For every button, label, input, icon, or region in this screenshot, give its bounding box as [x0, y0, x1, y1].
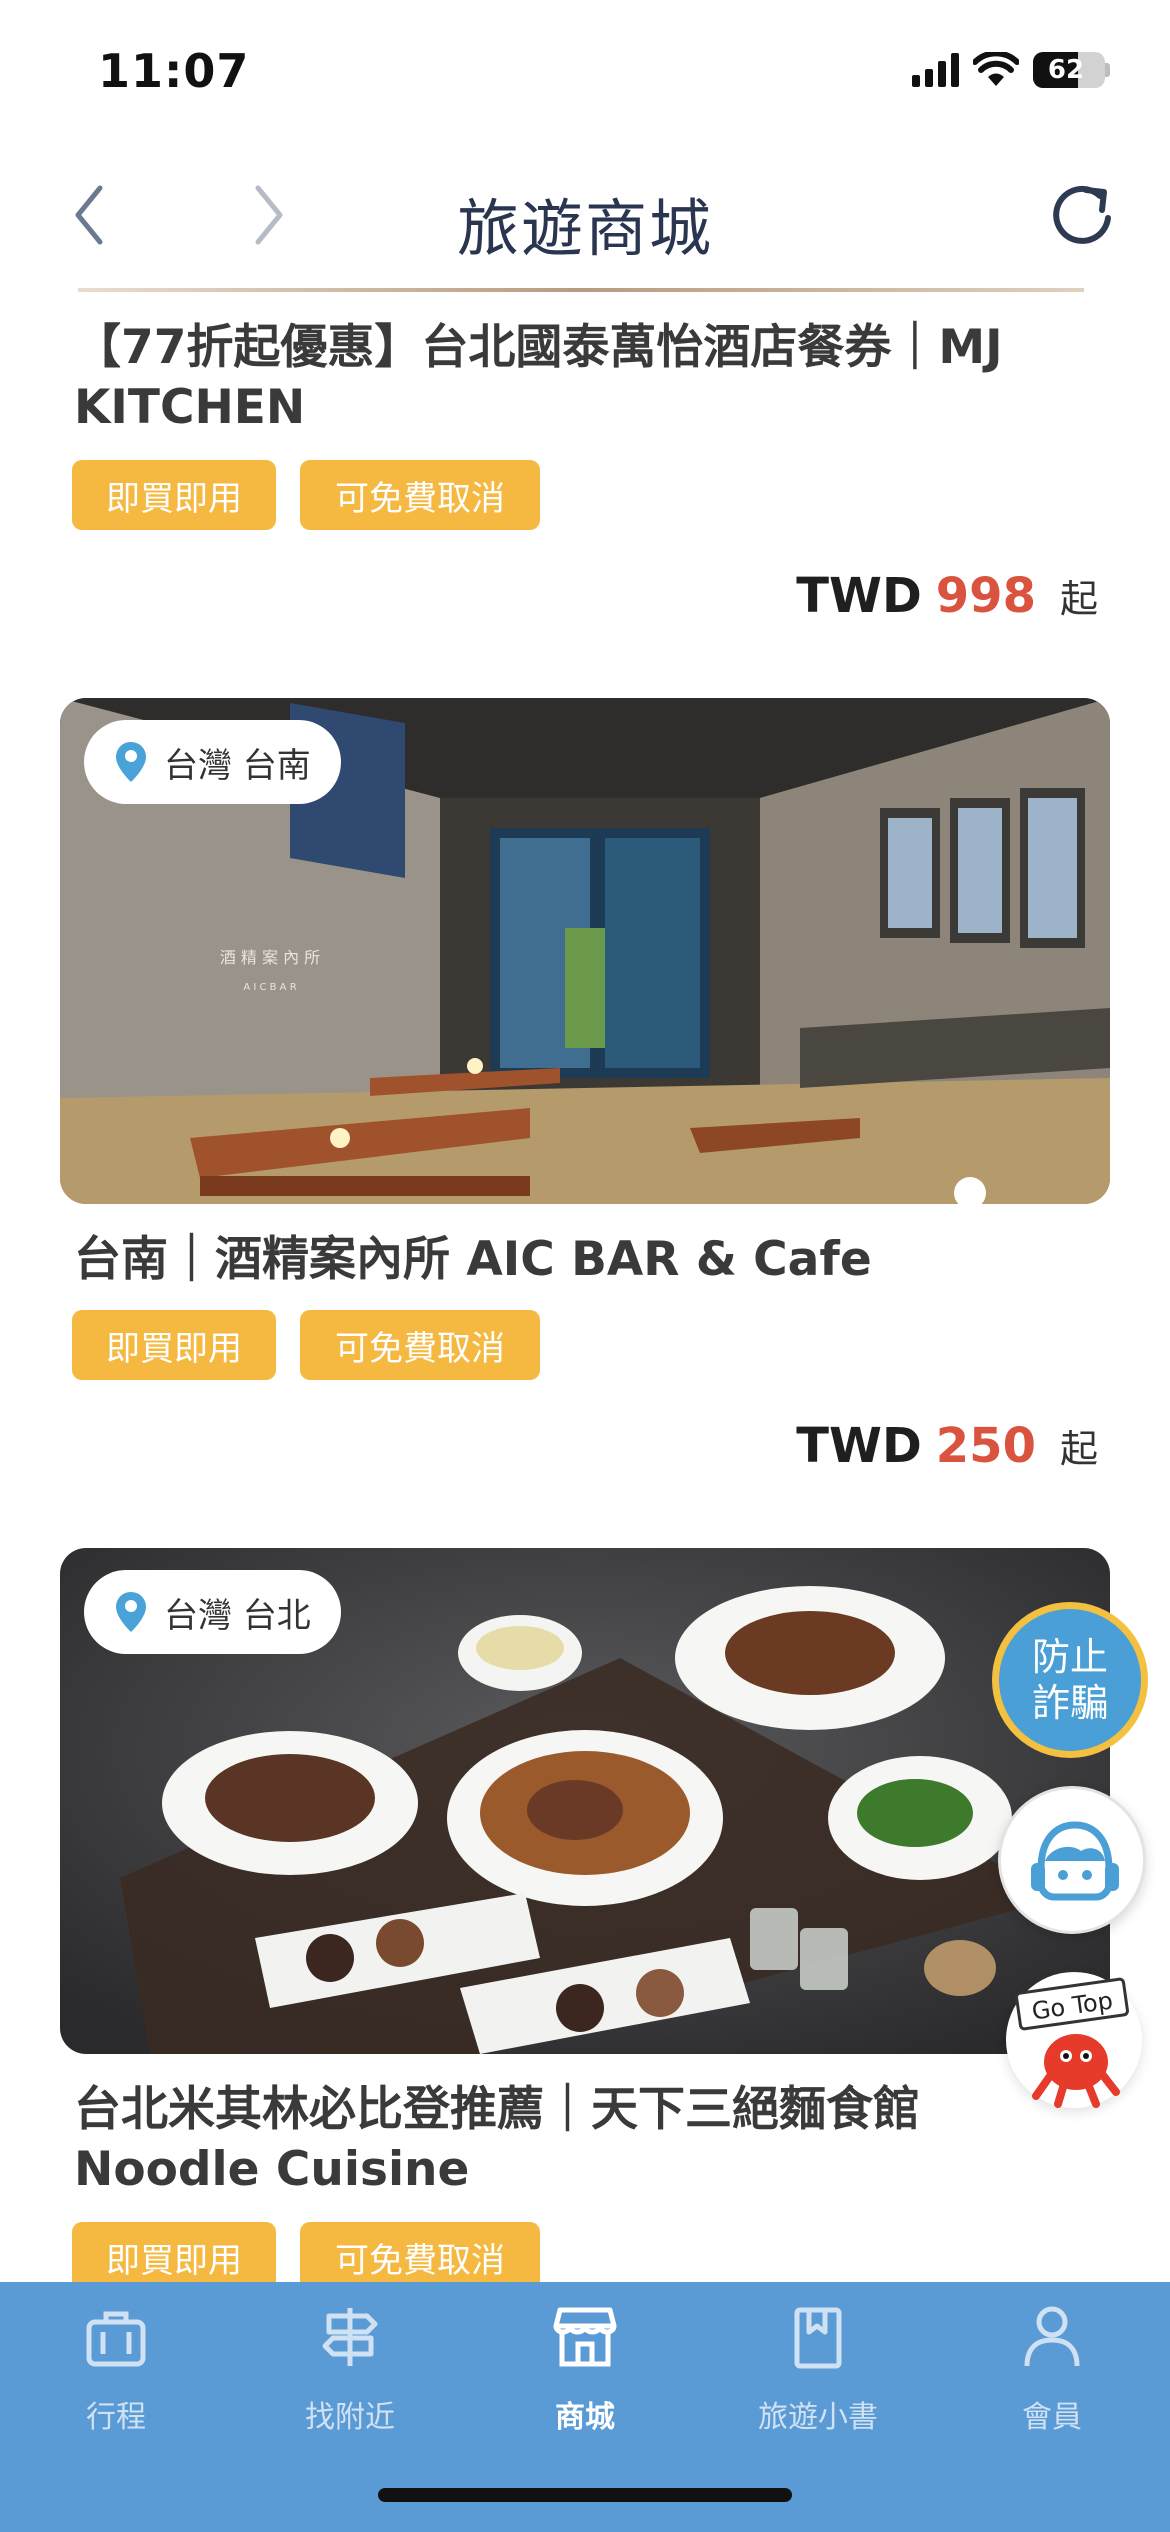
price-suffix: 起 — [1059, 577, 1098, 621]
headset-agent-icon — [1031, 1821, 1119, 1901]
tag-free-cancel: 可免費取消 — [300, 2222, 540, 2282]
product-title[interactable]: 台北米其林必比登推薦｜天下三絕麵食館 Noodle Cuisine — [74, 2080, 1074, 2200]
tab-label: 行程 — [86, 2400, 146, 2435]
price-suffix: 起 — [1059, 1427, 1098, 1471]
tab-label: 會員 — [1022, 2400, 1082, 2435]
product-image[interactable]: 酒 精 案 內 所 A I C B A R 台灣 台南 — [60, 698, 1110, 1204]
location-pin-icon — [116, 742, 146, 782]
signpost-icon — [322, 2308, 378, 2366]
price-amount: 998 — [935, 568, 1036, 624]
price-currency: TWD — [796, 568, 922, 624]
book-icon — [794, 2307, 842, 2369]
sign-text: 酒 精 案 內 所 — [220, 948, 320, 967]
person-icon — [1024, 2306, 1080, 2367]
product-image[interactable]: 台灣 台北 — [60, 1548, 1110, 2054]
tab-label: 找附近 — [305, 2400, 395, 2435]
battery-percent: 62 — [1047, 55, 1085, 85]
tab-travel-book[interactable]: 旅遊小書 — [728, 2302, 908, 2436]
location-text: 台灣 台南 — [164, 745, 311, 786]
suitcase-icon — [86, 2311, 146, 2367]
tab-itinerary[interactable]: 行程 — [26, 2302, 206, 2436]
tag-free-cancel: 可免費取消 — [300, 460, 540, 530]
tab-store[interactable]: 商城 — [495, 2302, 675, 2436]
tab-label: 商城 — [555, 2400, 615, 2435]
status-icons: 62 — [912, 52, 1110, 88]
status-time: 11:07 — [98, 44, 250, 98]
tab-member[interactable]: 會員 — [962, 2302, 1142, 2436]
wifi-icon — [973, 52, 1019, 86]
product-title[interactable]: 【77折起優惠】台北國泰萬怡酒店餐券｜MJ KITCHEN — [74, 318, 1074, 438]
product-price: TWD 250 起 — [796, 1418, 1098, 1474]
product-title[interactable]: 台南｜酒精案內所 AIC BAR & Cafe — [74, 1230, 1074, 1290]
price-amount: 250 — [935, 1418, 1036, 1474]
store-icon — [553, 2307, 617, 2367]
anti-fraud-button[interactable]: 防止 詐騙 — [992, 1602, 1148, 1758]
price-currency: TWD — [796, 1418, 922, 1474]
location-badge: 台灣 台南 — [84, 720, 341, 804]
battery-icon: 62 — [1033, 52, 1105, 88]
refresh-icon[interactable] — [1046, 178, 1122, 254]
cellular-signal-icon — [912, 53, 959, 87]
tag-instant-use: 即買即用 — [72, 2222, 276, 2282]
product-list[interactable]: 【77折起優惠】台北國泰萬怡酒店餐券｜MJ KITCHEN 即買即用 可免費取消… — [0, 288, 1170, 2282]
product-price: TWD 998 起 — [796, 568, 1098, 624]
sign-subtext: A I C B A R — [243, 982, 296, 993]
home-indicator — [378, 2488, 792, 2502]
header: 旅遊商城 — [0, 140, 1170, 290]
fraud-label-line1: 防止 — [1031, 1635, 1108, 1679]
fraud-label-line2: 詐騙 — [1031, 1681, 1108, 1725]
location-badge: 台灣 台北 — [84, 1570, 341, 1654]
tag-instant-use: 即買即用 — [72, 1310, 276, 1380]
status-bar: 11:07 62 — [0, 0, 1170, 140]
location-text: 台灣 台北 — [164, 1595, 311, 1636]
location-pin-icon — [116, 1592, 146, 1632]
go-top-mascot-icon: Go Top — [1015, 1977, 1129, 2108]
tab-nearby[interactable]: 找附近 — [260, 2302, 440, 2436]
image-edge — [78, 288, 1084, 292]
page-title: 旅遊商城 — [456, 192, 713, 265]
tab-label: 旅遊小書 — [758, 2400, 878, 2435]
tag-instant-use: 即買即用 — [72, 460, 276, 530]
tag-free-cancel: 可免費取消 — [300, 1310, 540, 1380]
customer-service-button[interactable] — [998, 1786, 1146, 1934]
go-top-button[interactable]: Go Top — [1006, 1972, 1142, 2108]
